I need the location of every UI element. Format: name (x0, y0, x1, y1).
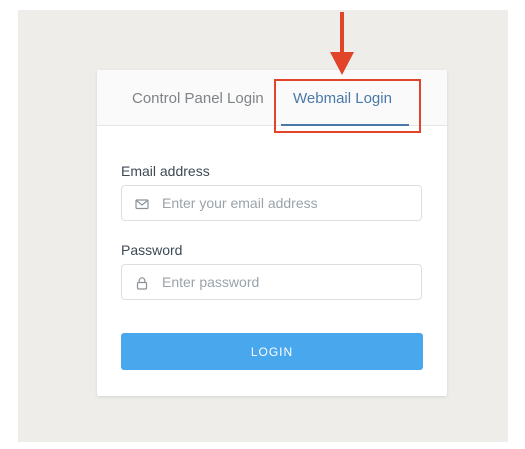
email-field-wrapper[interactable] (121, 185, 422, 221)
annotation-highlight-box (274, 79, 421, 133)
login-button-label: LOGIN (250, 344, 294, 359)
password-field-wrapper[interactable] (121, 264, 422, 300)
envelope-icon (135, 199, 149, 210)
tab-control-panel-label: Control Panel Login (132, 90, 264, 107)
login-button[interactable]: LOGIN (121, 333, 423, 370)
lock-icon (136, 277, 148, 290)
email-input[interactable] (162, 186, 412, 220)
email-label: Email address (121, 163, 210, 179)
password-label: Password (121, 242, 183, 258)
red-arrow-down-icon (330, 12, 354, 75)
tab-control-panel-login[interactable]: Control Panel Login (132, 70, 264, 125)
password-input[interactable] (162, 265, 412, 299)
screenshot-stage: Control Panel Login Webmail Login Email … (0, 0, 525, 449)
